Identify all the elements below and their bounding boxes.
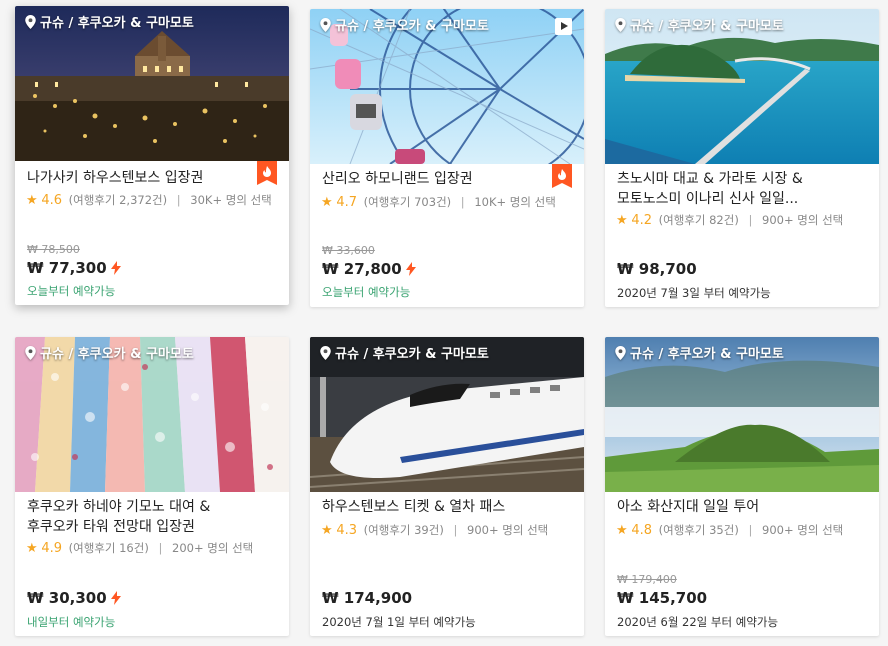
booked-count: 200+ 명의 선택 xyxy=(172,541,254,555)
review-count: (여행후기 16건) xyxy=(68,541,149,555)
location-label: 규슈 / 후쿠오카 & 구마모토 xyxy=(320,15,489,34)
review-count: (여행후기 703건) xyxy=(363,195,452,209)
rating-row: ★ 4.7 (여행후기 703건) | 10K+ 명의 선택 xyxy=(321,194,556,210)
play-icon[interactable] xyxy=(555,18,572,35)
title-line: 모토노스미 이나리 신사 일일... xyxy=(617,191,799,207)
divider: | xyxy=(176,193,181,207)
product-card[interactable]: 규슈 / 후쿠오카 & 구마모토 하우스텐보스 티켓 & 열차 패스 ★ 4.3… xyxy=(310,337,584,636)
divider: | xyxy=(460,195,465,209)
star-icon: ★ xyxy=(26,541,38,556)
star-icon: ★ xyxy=(616,213,628,228)
product-card[interactable]: 규슈 / 후쿠오카 & 구마모토 아소 화산지대 일일 투어 ★ 4.8 (여행… xyxy=(605,337,879,636)
product-image[interactable]: 규슈 / 후쿠오카 & 구마모토 xyxy=(15,337,289,492)
price: ₩ 77,300 xyxy=(27,259,121,277)
location-label: 규슈 / 후쿠오카 & 구마모토 xyxy=(320,343,489,362)
title-line: 후쿠오카 타워 전망대 입장권 xyxy=(27,519,195,535)
booked-count: 900+ 명의 선택 xyxy=(762,213,844,227)
rating-row: ★ 4.9 (여행후기 16건) | 200+ 명의 선택 xyxy=(26,540,253,556)
product-title[interactable]: 아소 화산지대 일일 투어 xyxy=(617,497,862,517)
star-icon: ★ xyxy=(616,523,628,538)
product-title[interactable]: 산리오 하모니랜드 입장권 xyxy=(322,169,567,189)
product-image[interactable]: 규슈 / 후쿠오카 & 구마모토 xyxy=(15,6,289,161)
availability-text: 오늘부터 예약가능 xyxy=(322,285,411,299)
product-title[interactable]: 하우스텐보스 티켓 & 열차 패스 xyxy=(322,497,567,517)
price: ₩ 30,300 xyxy=(27,589,121,607)
location-pin-icon xyxy=(615,346,626,360)
price: ₩ 174,900 xyxy=(322,589,412,607)
divider: | xyxy=(158,541,163,555)
price-value: ₩ 98,700 xyxy=(617,260,697,278)
location-pin-icon xyxy=(25,15,36,29)
rating-score: 4.3 xyxy=(336,523,357,538)
product-card[interactable]: 규슈 / 후쿠오카 & 구마모토 산리오 하모니랜드 입장권 ★ 4.7 (여행… xyxy=(310,9,584,307)
booked-count: 900+ 명의 선택 xyxy=(762,523,844,537)
divider: | xyxy=(453,523,458,537)
availability-text: 2020년 6월 22일 부터 예약가능 xyxy=(617,615,779,629)
product-title[interactable]: 츠노시마 대교 & 가라토 시장 & 모토노스미 이나리 신사 일일... xyxy=(617,169,862,209)
product-title[interactable]: 나가사키 하우스텐보스 입장권 xyxy=(27,168,272,188)
rating-score: 4.8 xyxy=(631,523,652,538)
rating-row: ★ 4.6 (여행후기 2,372건) | 30K+ 명의 선택 xyxy=(26,192,272,208)
original-price: ₩ 179,400 xyxy=(617,573,677,586)
availability-text: 2020년 7월 3일 부터 예약가능 xyxy=(617,286,771,300)
location-pin-icon xyxy=(320,346,331,360)
lightning-icon xyxy=(111,591,121,605)
star-icon: ★ xyxy=(321,523,333,538)
rating-score: 4.6 xyxy=(41,193,62,208)
location-label: 규슈 / 후쿠오카 & 구마모토 xyxy=(615,343,784,362)
price-value: ₩ 145,700 xyxy=(617,589,708,607)
rating-score: 4.2 xyxy=(631,213,652,228)
price-value: ₩ 27,800 xyxy=(322,260,402,278)
product-image[interactable]: 규슈 / 후쿠오카 & 구마모토 xyxy=(605,9,879,164)
location-label: 규슈 / 후쿠오카 & 구마모토 xyxy=(615,15,784,34)
location-pin-icon xyxy=(615,18,626,32)
review-count: (여행후기 35건) xyxy=(658,523,739,537)
price: ₩ 98,700 xyxy=(617,260,697,278)
star-icon: ★ xyxy=(26,193,38,208)
price: ₩ 145,700 xyxy=(617,589,707,607)
review-count: (여행후기 39건) xyxy=(363,523,444,537)
title-line: 츠노시마 대교 & 가라토 시장 & xyxy=(617,171,803,187)
product-title[interactable]: 후쿠오카 하네야 기모노 대여 & 후쿠오카 타워 전망대 입장권 xyxy=(27,497,272,537)
rating-row: ★ 4.3 (여행후기 39건) | 900+ 명의 선택 xyxy=(321,522,548,538)
price-value: ₩ 77,300 xyxy=(27,259,107,277)
location-pin-icon xyxy=(320,18,331,32)
rating-score: 4.9 xyxy=(41,541,62,556)
availability-text: 오늘부터 예약가능 xyxy=(27,284,116,298)
title-line: 후쿠오카 하네야 기모노 대여 & xyxy=(27,499,211,515)
price-value: ₩ 174,900 xyxy=(322,589,413,607)
review-count: (여행후기 82건) xyxy=(658,213,739,227)
product-card[interactable]: 규슈 / 후쿠오카 & 구마모토 후쿠오카 하네야 기모노 대여 & 후쿠오카 … xyxy=(15,337,289,636)
location-label: 규슈 / 후쿠오카 & 구마모토 xyxy=(25,12,194,31)
location-pin-icon xyxy=(25,346,36,360)
lightning-icon xyxy=(406,262,416,276)
rating-row: ★ 4.8 (여행후기 35건) | 900+ 명의 선택 xyxy=(616,522,843,538)
product-image[interactable]: 규슈 / 후쿠오카 & 구마모토 xyxy=(605,337,879,492)
availability-text: 2020년 7월 1일 부터 예약가능 xyxy=(322,615,476,629)
product-card[interactable]: 규슈 / 후쿠오카 & 구마모토 츠노시마 대교 & 가라토 시장 & 모토노스… xyxy=(605,9,879,307)
divider: | xyxy=(748,523,753,537)
booked-count: 30K+ 명의 선택 xyxy=(190,193,272,207)
original-price: ₩ 78,500 xyxy=(27,243,80,256)
product-card[interactable]: 규슈 / 후쿠오카 & 구마모토 나가사키 하우스텐보스 입장권 ★ 4.6 (… xyxy=(15,6,289,305)
availability-text: 내일부터 예약가능 xyxy=(27,615,116,629)
rating-score: 4.7 xyxy=(336,195,357,210)
price-value: ₩ 30,300 xyxy=(27,589,107,607)
location-label: 규슈 / 후쿠오카 & 구마모토 xyxy=(25,343,194,362)
review-count: (여행후기 2,372건) xyxy=(68,193,168,207)
product-image[interactable]: 규슈 / 후쿠오카 & 구마모토 xyxy=(310,337,584,492)
price: ₩ 27,800 xyxy=(322,260,416,278)
product-image[interactable]: 규슈 / 후쿠오카 & 구마모토 xyxy=(310,9,584,164)
divider: | xyxy=(748,213,753,227)
lightning-icon xyxy=(111,261,121,275)
booked-count: 900+ 명의 선택 xyxy=(467,523,549,537)
original-price: ₩ 33,600 xyxy=(322,244,375,257)
rating-row: ★ 4.2 (여행후기 82건) | 900+ 명의 선택 xyxy=(616,212,843,228)
star-icon: ★ xyxy=(321,195,333,210)
booked-count: 10K+ 명의 선택 xyxy=(474,195,556,209)
